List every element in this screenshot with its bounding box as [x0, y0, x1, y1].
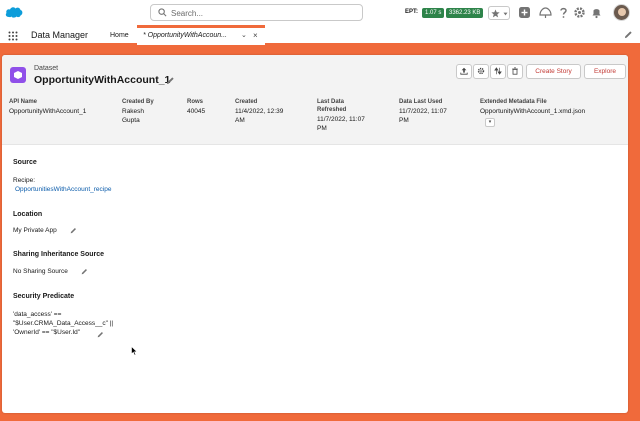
upload-button[interactable] [456, 64, 472, 79]
search-icon [158, 8, 167, 17]
delete-icon [512, 67, 518, 75]
favorites-button[interactable] [488, 6, 510, 20]
create-story-button[interactable]: Create Story [526, 64, 581, 79]
record-header: Dataset OpportunityWithAccount_1 Create … [2, 55, 628, 145]
sort-button[interactable] [490, 64, 506, 79]
app-launcher-icon[interactable] [8, 31, 18, 41]
ept-badge: 1.07 s [422, 8, 445, 18]
page-title: OpportunityWithAccount_1 [34, 74, 171, 86]
field-label-created: Created [235, 99, 258, 105]
tab-home[interactable]: Home [110, 32, 129, 39]
delete-button[interactable] [507, 64, 523, 79]
global-search[interactable]: Search... [150, 4, 363, 21]
field-label-xmd-file: Extended Metadata File [480, 99, 547, 105]
sort-icon [494, 67, 502, 75]
chevron-down-icon[interactable]: ⌄ [241, 31, 247, 39]
field-label-rows: Rows [187, 99, 204, 105]
ept-label: EPT: [405, 9, 419, 15]
field-value-last-refreshed: 11/7/2022, 11:07 PM [317, 116, 365, 132]
help-icon[interactable] [557, 6, 570, 19]
search-placeholder: Search... [171, 9, 204, 18]
close-icon[interactable]: × [253, 31, 258, 40]
star-icon [491, 9, 500, 18]
edit-nav-icon[interactable] [624, 30, 633, 39]
source-section-title: Source [13, 159, 37, 166]
recipe-label: Recipe: [13, 177, 36, 184]
sharing-value: No Sharing Source [13, 268, 68, 275]
salesforce-cloud-icon[interactable] [5, 5, 23, 19]
object-type-label: Dataset [34, 65, 59, 72]
edit-sharing-icon[interactable] [81, 268, 88, 275]
location-section-title: Location [13, 211, 43, 218]
page-size-badge: 3362.23 KB [446, 8, 484, 18]
predicate-section-title: Security Predicate [13, 293, 75, 300]
upload-icon [460, 67, 468, 75]
notification-bell-icon[interactable] [590, 6, 603, 19]
tab-label: * OpportunityWithAccoun... [143, 32, 227, 39]
edit-location-icon[interactable] [70, 227, 77, 234]
edit-predicate-icon[interactable] [97, 331, 104, 338]
record-page: Dataset OpportunityWithAccount_1 Create … [2, 55, 628, 413]
app-name: Data Manager [31, 30, 89, 40]
field-label-created-by: Created By [122, 99, 154, 105]
field-value-created-by[interactable]: Rakesh Gupta [122, 107, 144, 125]
xmd-dropdown-button[interactable]: ▾ [485, 118, 495, 127]
field-value-api-name: OpportunityWithAccount_1 [9, 108, 87, 115]
field-value-rows: 40045 [187, 108, 206, 115]
explore-button[interactable]: Explore [584, 64, 626, 79]
field-label-data-last-used: Data Last Used [399, 99, 443, 105]
field-value-data-last-used: 11/7/2022, 11:07 PM [399, 108, 447, 124]
cursor-icon [131, 346, 138, 356]
settings-icon [477, 67, 485, 75]
add-icon[interactable] [518, 6, 531, 19]
settings-button[interactable] [473, 64, 489, 79]
field-value-created: 11/4/2022, 12:39 AM [235, 108, 284, 124]
location-value: My Private App [13, 227, 57, 234]
field-label-api-name: API Name [9, 99, 38, 105]
pencil-icon[interactable] [166, 76, 175, 85]
field-label-last-refreshed: Last Data Refreshed [317, 99, 347, 113]
app-nav-bar: Data Manager Home * OpportunityWithAccou… [0, 25, 640, 45]
user-avatar[interactable] [613, 4, 630, 21]
field-value-xmd-file[interactable]: OpportunityWithAccount_1.xmd.json [480, 107, 585, 116]
trailhead-icon[interactable] [539, 6, 552, 19]
chevron-down-icon [503, 12, 508, 16]
dataset-icon [10, 67, 26, 83]
setup-icon[interactable] [573, 6, 586, 19]
recipe-link[interactable]: OpportunitiesWithAccount_recipe [15, 186, 111, 193]
tab-opportunity-with-account[interactable]: * OpportunityWithAccoun... ⌄ × [137, 25, 265, 45]
sharing-section-title: Sharing Inheritance Source [13, 251, 105, 258]
global-header: Search... EPT: 1.07 s 3362.23 KB [0, 0, 640, 25]
